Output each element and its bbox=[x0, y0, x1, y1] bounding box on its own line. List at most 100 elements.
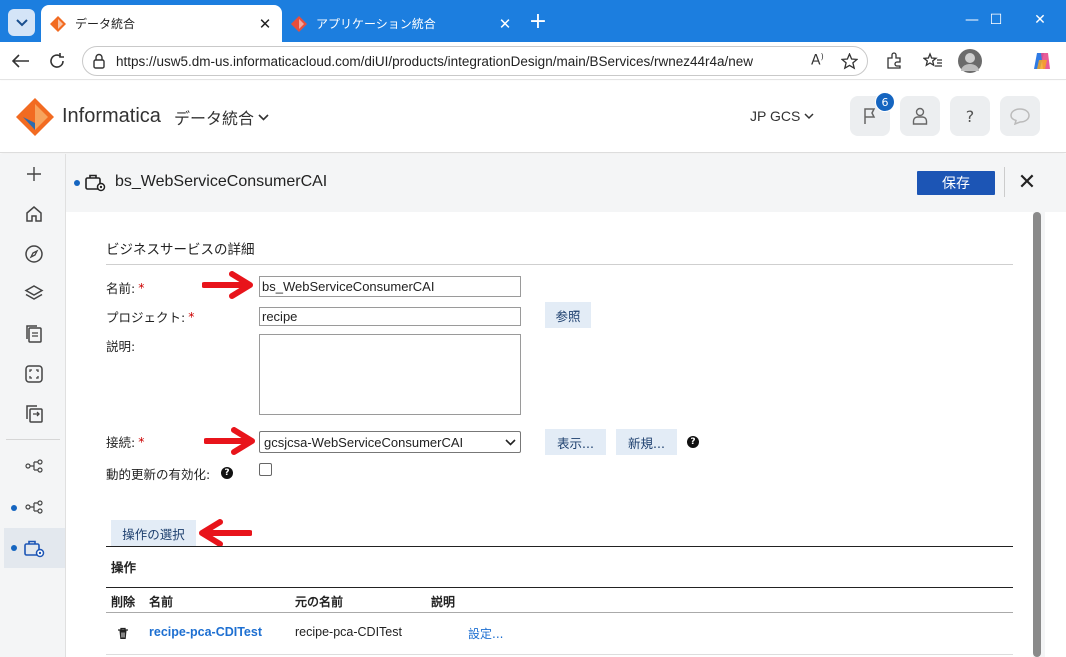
my-jobs-button[interactable] bbox=[22, 322, 46, 346]
home-icon bbox=[26, 206, 42, 222]
app-header: Informatica データ統合 JP GCS ? bbox=[0, 81, 1066, 153]
url-text: https://usw5.dm-us.informaticacloud.com/… bbox=[116, 53, 754, 69]
red-arrow-annotation bbox=[204, 427, 255, 455]
back-button[interactable] bbox=[9, 49, 33, 73]
connection-label: 接続: * bbox=[106, 432, 144, 451]
transfer-icon bbox=[26, 405, 43, 423]
help-icon[interactable]: ? bbox=[221, 467, 233, 479]
operation-settings-link[interactable]: 設定... bbox=[468, 625, 503, 642]
operations-top-divider bbox=[106, 546, 1013, 547]
name-field[interactable]: bs_WebServiceConsumerCAI bbox=[259, 276, 521, 297]
new-connection-button[interactable]: 新規... bbox=[616, 429, 677, 455]
new-asset-button[interactable] bbox=[22, 162, 46, 186]
tab-close-icon[interactable]: ✕ bbox=[254, 15, 276, 33]
tab-actions-button[interactable] bbox=[8, 9, 35, 36]
copilot-icon[interactable] bbox=[1031, 50, 1053, 72]
column-header-name: 名前 bbox=[149, 595, 174, 609]
required-mark: * bbox=[188, 309, 195, 324]
maximize-button[interactable]: ☐ bbox=[976, 8, 1016, 32]
left-nav-rail bbox=[0, 154, 66, 657]
home-button[interactable] bbox=[22, 202, 46, 226]
product-switcher[interactable]: データ統合 bbox=[174, 105, 269, 129]
user-profile-button[interactable] bbox=[900, 96, 940, 136]
notification-count-badge: 6 bbox=[875, 92, 895, 112]
favorites-icon[interactable] bbox=[922, 50, 944, 72]
import-export-button[interactable] bbox=[22, 402, 46, 426]
bundles-button[interactable] bbox=[22, 282, 46, 306]
chat-button[interactable] bbox=[1000, 96, 1040, 136]
open-asset-2-button[interactable] bbox=[22, 495, 46, 519]
chevron-down-icon bbox=[258, 113, 269, 121]
red-arrow-annotation bbox=[199, 519, 252, 547]
save-button[interactable]: 保存 bbox=[917, 171, 995, 195]
close-window-button[interactable]: ✕ bbox=[1020, 8, 1060, 32]
dynamic-refresh-checkbox[interactable] bbox=[259, 463, 272, 476]
asset-title: bs_WebServiceConsumerCAI bbox=[115, 173, 328, 190]
operations-heading: 操作 bbox=[111, 560, 137, 575]
rail-divider bbox=[6, 439, 60, 440]
chevron-down-icon bbox=[15, 18, 28, 26]
informatica-logo-icon[interactable] bbox=[16, 98, 54, 136]
browse-button[interactable]: 参照 bbox=[545, 302, 591, 328]
informatica-favicon-icon bbox=[291, 15, 307, 32]
new-tab-button[interactable]: + bbox=[526, 10, 550, 34]
refresh-button[interactable] bbox=[45, 49, 69, 73]
monitor-button[interactable] bbox=[22, 362, 46, 386]
extensions-icon[interactable] bbox=[883, 50, 905, 72]
tab-application-integration[interactable]: アプリケーション統合 ✕ bbox=[282, 5, 522, 42]
business-service-icon bbox=[85, 174, 106, 192]
description-label-text: 説明: bbox=[106, 339, 136, 354]
back-arrow-icon bbox=[12, 54, 29, 68]
profile-avatar[interactable] bbox=[958, 49, 982, 73]
description-field[interactable] bbox=[259, 334, 521, 415]
section-title: ビジネスサービスの詳細 bbox=[106, 242, 255, 258]
informatica-favicon-icon bbox=[50, 15, 66, 32]
unsaved-indicator-dot bbox=[11, 545, 17, 551]
help-button[interactable]: ? bbox=[950, 96, 990, 136]
org-name: JP GCS bbox=[750, 108, 801, 124]
tab-title: データ統合 bbox=[75, 17, 136, 31]
hierarchy-icon bbox=[25, 500, 43, 514]
hierarchy-icon bbox=[25, 459, 43, 473]
url-field[interactable]: https://usw5.dm-us.informaticacloud.com/… bbox=[82, 46, 868, 76]
connection-select-value: gcsjcsa-WebServiceConsumerCAI bbox=[264, 434, 464, 450]
documents-icon bbox=[26, 325, 42, 343]
scrollbar-thumb[interactable] bbox=[1033, 212, 1041, 657]
address-bar-row: https://usw5.dm-us.informaticacloud.com/… bbox=[0, 42, 1066, 80]
dynamic-refresh-label: 動的更新の有効化: bbox=[106, 464, 210, 483]
close-icon[interactable]: ✕ bbox=[1016, 169, 1038, 195]
plus-icon bbox=[27, 167, 41, 181]
open-business-service-button[interactable] bbox=[22, 536, 46, 560]
frame-icon bbox=[25, 365, 43, 383]
brand-name: Informatica bbox=[62, 105, 161, 127]
read-aloud-icon[interactable]: A) bbox=[811, 52, 824, 69]
unsaved-indicator-dot bbox=[74, 180, 80, 186]
asset-header: bs_WebServiceConsumerCAI 保存 ✕ bbox=[66, 154, 1066, 212]
show-connection-button[interactable]: 表示... bbox=[545, 429, 606, 455]
question-mark-icon: ? bbox=[965, 106, 975, 126]
operation-original-name: recipe-pca-CDITest bbox=[295, 625, 402, 639]
tab-data-integration[interactable]: データ統合 ✕ bbox=[41, 5, 282, 42]
select-operations-button[interactable]: 操作の選択 bbox=[111, 520, 196, 546]
operations-header-divider bbox=[106, 587, 1013, 588]
trash-icon[interactable] bbox=[117, 627, 129, 640]
project-field[interactable]: recipe bbox=[259, 307, 521, 326]
org-switcher[interactable]: JP GCS bbox=[750, 108, 814, 124]
connection-select[interactable]: gcsjcsa-WebServiceConsumerCAI bbox=[259, 431, 521, 453]
open-asset-1-button[interactable] bbox=[22, 454, 46, 478]
chat-bubble-icon bbox=[1010, 108, 1030, 125]
lock-icon bbox=[93, 53, 105, 69]
browser-tab-strip: データ統合 ✕ アプリケーション統合 ✕ + — ☐ ✕ bbox=[0, 0, 1066, 42]
help-icon[interactable]: ? bbox=[687, 436, 699, 448]
tab-close-icon[interactable]: ✕ bbox=[494, 15, 516, 33]
operation-name-link[interactable]: recipe-pca-CDITest bbox=[149, 625, 262, 639]
tab-title: アプリケーション統合 bbox=[316, 17, 436, 31]
favorite-star-icon[interactable] bbox=[841, 53, 858, 70]
chevron-down-icon bbox=[804, 112, 814, 119]
refresh-icon bbox=[50, 53, 64, 68]
row-divider bbox=[106, 654, 1013, 655]
explore-button[interactable] bbox=[22, 242, 46, 266]
connection-label-text: 接続: bbox=[106, 435, 136, 450]
operations-column-divider bbox=[106, 612, 1013, 613]
product-name: データ統合 bbox=[174, 109, 255, 128]
